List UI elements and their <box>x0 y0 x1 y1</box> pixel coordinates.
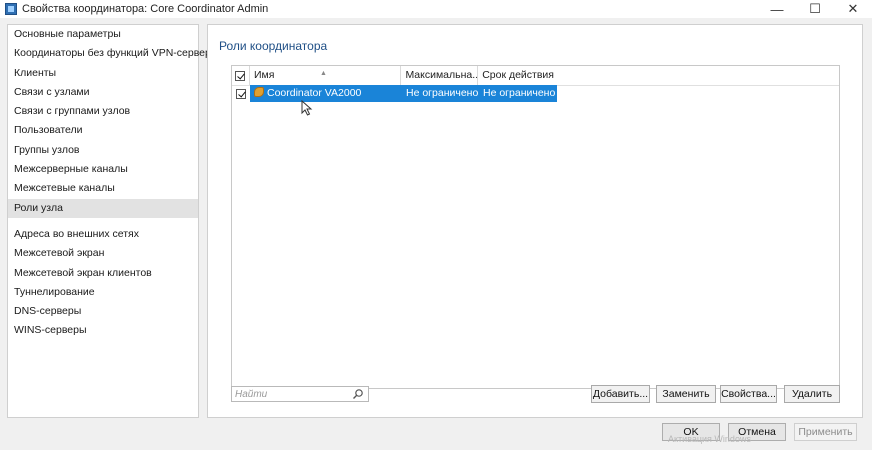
sidebar-item-firewall[interactable]: Межсетевой экран <box>8 244 198 263</box>
close-button[interactable]: ✕ <box>834 0 872 18</box>
sidebar: Основные параметры Координаторы без функ… <box>7 24 217 418</box>
mouse-cursor-icon <box>301 100 313 116</box>
sidebar-item-node-groups[interactable]: Группы узлов <box>8 141 198 160</box>
sidebar-item-clients[interactable]: Клиенты <box>8 64 198 83</box>
minimize-button[interactable]: — <box>758 0 796 18</box>
maximize-button[interactable]: ☐ <box>796 0 834 18</box>
properties-button[interactable]: Свойства... <box>720 385 777 403</box>
column-header-name[interactable]: ▲ Имя <box>250 66 402 85</box>
table-row[interactable]: Coordinator VA2000 Не ограничено Не огра… <box>232 85 557 102</box>
grid-header: ▲ Имя Максимальна... Срок действия <box>232 66 839 86</box>
column-header-max[interactable]: Максимальна... <box>401 66 479 85</box>
activation-watermark: Активация Windows <box>668 434 751 444</box>
sidebar-item-node-group-links[interactable]: Связи с группами узлов <box>8 102 198 121</box>
row-term-cell[interactable]: Не ограничено <box>479 85 557 102</box>
row-max-cell[interactable]: Не ограничено <box>402 85 479 102</box>
title-bar: Свойства координатора: Core Coordinator … <box>0 0 872 18</box>
delete-button[interactable]: Удалить <box>784 385 840 403</box>
window-title: Свойства координатора: Core Coordinator … <box>22 3 269 15</box>
row-name: Coordinator VA2000 <box>267 87 362 99</box>
sidebar-item-basic-params[interactable]: Основные параметры <box>8 25 198 44</box>
sidebar-item-coordinators-no-vpn[interactable]: Координаторы без функций VPN-сервера <box>8 44 217 63</box>
window-controls: — ☐ ✕ <box>758 0 872 18</box>
select-all-checkbox[interactable] <box>235 70 246 81</box>
role-icon <box>254 87 264 97</box>
sidebar-item-tunneling[interactable]: Туннелирование <box>8 283 198 302</box>
sidebar-item-interserver-channels[interactable]: Межсерверные каналы <box>8 160 198 179</box>
search-box <box>231 386 369 402</box>
sidebar-item-users[interactable]: Пользователи <box>8 121 198 140</box>
add-button[interactable]: Добавить... <box>591 385 650 403</box>
roles-grid: ▲ Имя Максимальна... Срок действия Coord… <box>231 65 840 389</box>
search-icon[interactable] <box>352 388 364 400</box>
content-panel: Роли координатора ▲ Имя Максимальна... С… <box>207 24 863 418</box>
apply-button[interactable]: Применить <box>794 423 857 441</box>
column-header-term[interactable]: Срок действия <box>478 66 839 85</box>
sidebar-item-node-links[interactable]: Связи с узлами <box>8 83 198 102</box>
sidebar-item-node-roles[interactable]: Роли узла <box>8 198 198 218</box>
search-input[interactable] <box>232 387 353 401</box>
sidebar-separator <box>8 218 198 225</box>
sort-arrow-icon: ▲ <box>319 70 327 77</box>
replace-button[interactable]: Заменить <box>656 385 716 403</box>
section-title: Роли координатора <box>219 39 328 53</box>
sidebar-item-wins-servers[interactable]: WINS-серверы <box>8 321 198 340</box>
sidebar-item-dns-servers[interactable]: DNS-серверы <box>8 302 198 321</box>
header-check-cell[interactable] <box>232 66 250 85</box>
sidebar-item-external-addresses[interactable]: Адреса во внешних сетях <box>8 225 198 244</box>
sidebar-item-internetwork-channels[interactable]: Межсетевые каналы <box>8 179 198 198</box>
app-icon <box>5 3 17 15</box>
row-checkbox[interactable] <box>236 88 246 99</box>
sidebar-item-client-firewall[interactable]: Межсетевой экран клиентов <box>8 264 198 283</box>
column-header-name-label: Имя <box>253 69 275 81</box>
row-name-cell[interactable]: Coordinator VA2000 <box>250 85 402 102</box>
row-check-cell[interactable] <box>232 85 250 102</box>
